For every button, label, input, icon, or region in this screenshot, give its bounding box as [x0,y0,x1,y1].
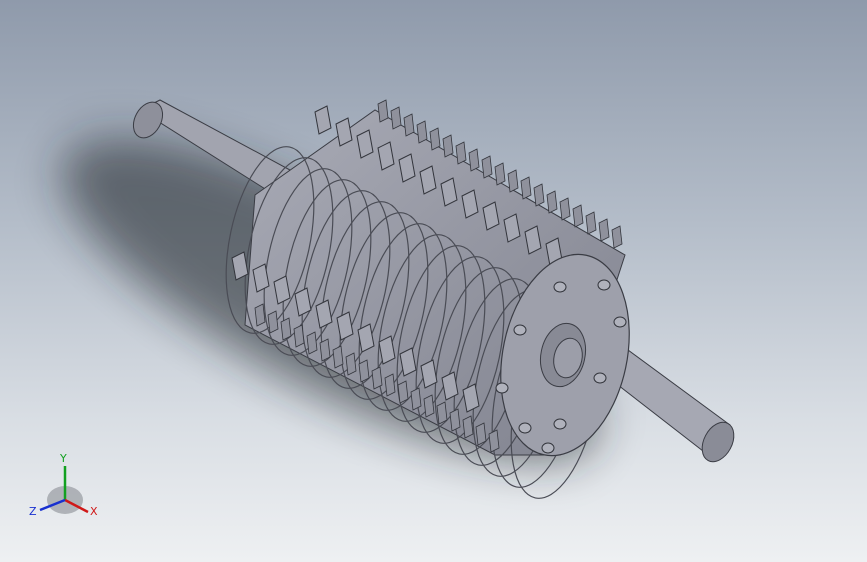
bolt-head-icon [495,382,509,394]
comb-plate [254,303,266,327]
comb-plate [384,373,396,397]
comb-plate [377,99,389,123]
comb-plate [611,225,623,249]
graphics-viewport[interactable]: Y X Z [0,0,867,562]
comb-plate [416,120,428,144]
comb-plate [475,422,487,446]
comb-plate [371,366,383,390]
comb-plate [345,352,357,376]
bolt-head-icon [553,418,567,430]
comb-plate [572,204,584,228]
comb-plate [442,134,454,158]
comb-plate [436,401,448,425]
comb-plate [481,155,493,179]
comb-plate [293,324,305,348]
comb-plate [494,162,506,186]
comb-plate [358,359,370,383]
comb-plate [397,380,409,404]
comb-plate [585,211,597,235]
comb-plate [455,141,467,165]
comb-plate [390,106,402,130]
comb-plate [598,218,610,242]
bolt-head-icon [613,316,627,328]
comb-plate [520,176,532,200]
comb-plate [507,169,519,193]
rotor-model[interactable] [0,0,867,562]
comb-plate [280,317,292,341]
comb-plate [559,197,571,221]
comb-plate [468,148,480,172]
comb-plate [462,415,474,439]
comb-plate [423,394,435,418]
bolt-head-icon [513,324,527,336]
comb-plate [306,331,318,355]
hammer-tooth [314,105,332,135]
comb-plate [332,345,344,369]
comb-plate [429,127,441,151]
comb-plate [546,190,558,214]
bolt-head-icon [597,279,611,291]
comb-plate [319,338,331,362]
comb-plate [403,113,415,137]
comb-plate [449,408,461,432]
comb-plate [533,183,545,207]
comb-plate [488,429,500,453]
bolt-head-icon [541,442,555,454]
bolt-head-icon [518,422,532,434]
bolt-head-icon [593,372,607,384]
comb-plate [267,310,279,334]
bolt-head-icon [553,281,567,293]
comb-plate [410,387,422,411]
